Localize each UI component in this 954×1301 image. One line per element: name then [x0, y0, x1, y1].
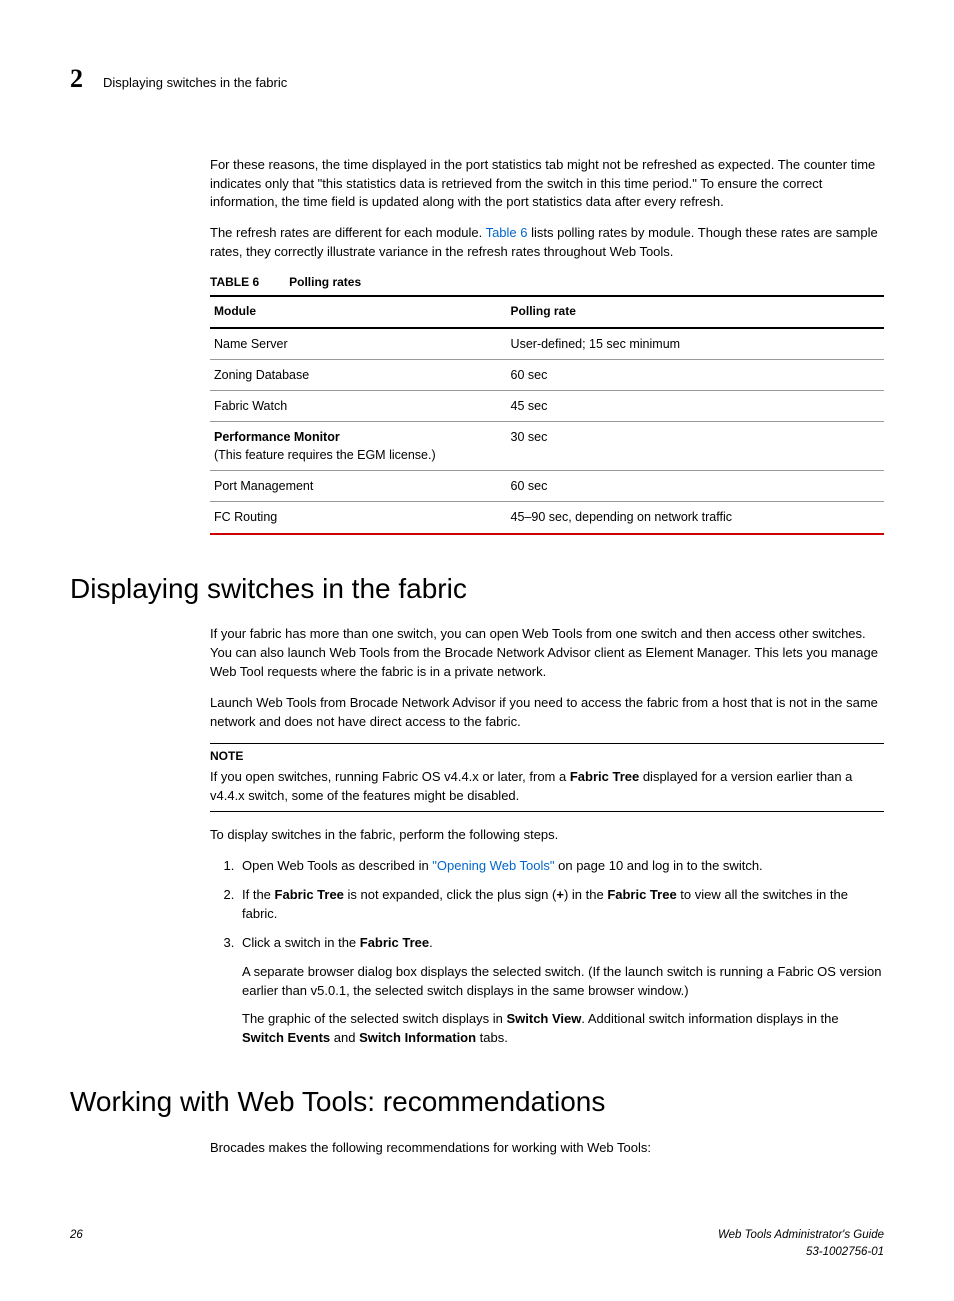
step-paragraph: A separate browser dialog box displays t…: [242, 963, 884, 1001]
paragraph: For these reasons, the time displayed in…: [210, 156, 884, 213]
page-number: 26: [70, 1227, 83, 1260]
rate-cell: 45 sec: [507, 390, 884, 421]
steps-list: Open Web Tools as described in "Opening …: [210, 857, 884, 1048]
note-text: If you open switches, running Fabric OS …: [210, 769, 852, 803]
note-box: NOTE If you open switches, running Fabri…: [210, 743, 884, 812]
text-bold: +: [556, 887, 564, 902]
page-header: 2 Displaying switches in the fabric: [70, 60, 884, 98]
body-content: For these reasons, the time displayed in…: [210, 156, 884, 535]
text: Click a switch in the: [242, 935, 360, 950]
rate-cell: 30 sec: [507, 422, 884, 471]
text: and: [330, 1030, 359, 1045]
step-item: If the Fabric Tree is not expanded, clic…: [238, 886, 884, 924]
text: Open Web Tools as described in: [242, 858, 432, 873]
table-row: Fabric Watch45 sec: [210, 390, 884, 421]
table-row: Zoning Database60 sec: [210, 359, 884, 390]
table-row: Port Management60 sec: [210, 471, 884, 502]
table-row: FC Routing45–90 sec, depending on networ…: [210, 502, 884, 534]
footer-right: Web Tools Administrator's Guide 53-10027…: [718, 1227, 884, 1260]
table-caption-title: Polling rates: [289, 275, 361, 289]
text: If you open switches, running Fabric OS …: [210, 769, 570, 784]
step-paragraph: The graphic of the selected switch displ…: [242, 1010, 884, 1048]
table-header-rate: Polling rate: [507, 296, 884, 327]
guide-title: Web Tools Administrator's Guide: [718, 1227, 884, 1244]
paragraph: Brocades makes the following recommendat…: [210, 1139, 884, 1158]
paragraph: The refresh rates are different for each…: [210, 224, 884, 262]
table-header-module: Module: [210, 296, 507, 327]
section-heading: Displaying switches in the fabric: [70, 569, 884, 610]
module-cell: Port Management: [210, 471, 507, 502]
text: . Additional switch information displays…: [581, 1011, 838, 1026]
text-bold: Switch View: [506, 1011, 581, 1026]
rate-cell: 60 sec: [507, 359, 884, 390]
text: tabs.: [476, 1030, 508, 1045]
text-bold: Fabric Tree: [607, 887, 676, 902]
text-bold: Fabric Tree: [275, 887, 344, 902]
doc-number: 53-1002756-01: [718, 1244, 884, 1261]
rate-cell: 45–90 sec, depending on network traffic: [507, 502, 884, 534]
paragraph: To display switches in the fabric, perfo…: [210, 826, 884, 845]
chapter-number: 2: [70, 60, 83, 98]
cross-ref-link[interactable]: "Opening Web Tools": [432, 858, 554, 873]
text: ) in the: [564, 887, 607, 902]
text: The refresh rates are different for each…: [210, 225, 486, 240]
text: is not expanded, click the plus sign (: [344, 887, 556, 902]
paragraph: If your fabric has more than one switch,…: [210, 625, 884, 682]
text: .: [429, 935, 433, 950]
text: on page 10 and log in to the switch.: [555, 858, 763, 873]
page-footer: 26 Web Tools Administrator's Guide 53-10…: [70, 1227, 884, 1260]
table-caption-label: TABLE 6: [210, 275, 259, 289]
text-bold: Switch Information: [359, 1030, 476, 1045]
module-cell: FC Routing: [210, 502, 507, 534]
module-cell: Zoning Database: [210, 359, 507, 390]
text: The graphic of the selected switch displ…: [242, 1011, 506, 1026]
step-item: Click a switch in the Fabric Tree. A sep…: [238, 934, 884, 1048]
rate-cell: User-defined; 15 sec minimum: [507, 328, 884, 360]
section-content: Brocades makes the following recommendat…: [210, 1139, 884, 1158]
table-row: Name ServerUser-defined; 15 sec minimum: [210, 328, 884, 360]
text-bold: Fabric Tree: [570, 769, 639, 784]
polling-rates-table: Module Polling rate Name ServerUser-defi…: [210, 295, 884, 534]
rate-cell: 60 sec: [507, 471, 884, 502]
module-cell: Performance Monitor(This feature require…: [210, 422, 507, 471]
module-cell: Fabric Watch: [210, 390, 507, 421]
module-cell: Name Server: [210, 328, 507, 360]
text-bold: Fabric Tree: [360, 935, 429, 950]
table-link[interactable]: Table 6: [486, 225, 528, 240]
paragraph: Launch Web Tools from Brocade Network Ad…: [210, 694, 884, 732]
section-content: If your fabric has more than one switch,…: [210, 625, 884, 1048]
text: If the: [242, 887, 275, 902]
note-label: NOTE: [210, 748, 884, 765]
table-caption: TABLE 6 Polling rates: [210, 274, 884, 291]
header-title: Displaying switches in the fabric: [103, 74, 287, 93]
text-bold: Switch Events: [242, 1030, 330, 1045]
step-item: Open Web Tools as described in "Opening …: [238, 857, 884, 876]
table-row: Performance Monitor(This feature require…: [210, 422, 884, 471]
section-heading: Working with Web Tools: recommendations: [70, 1082, 884, 1123]
